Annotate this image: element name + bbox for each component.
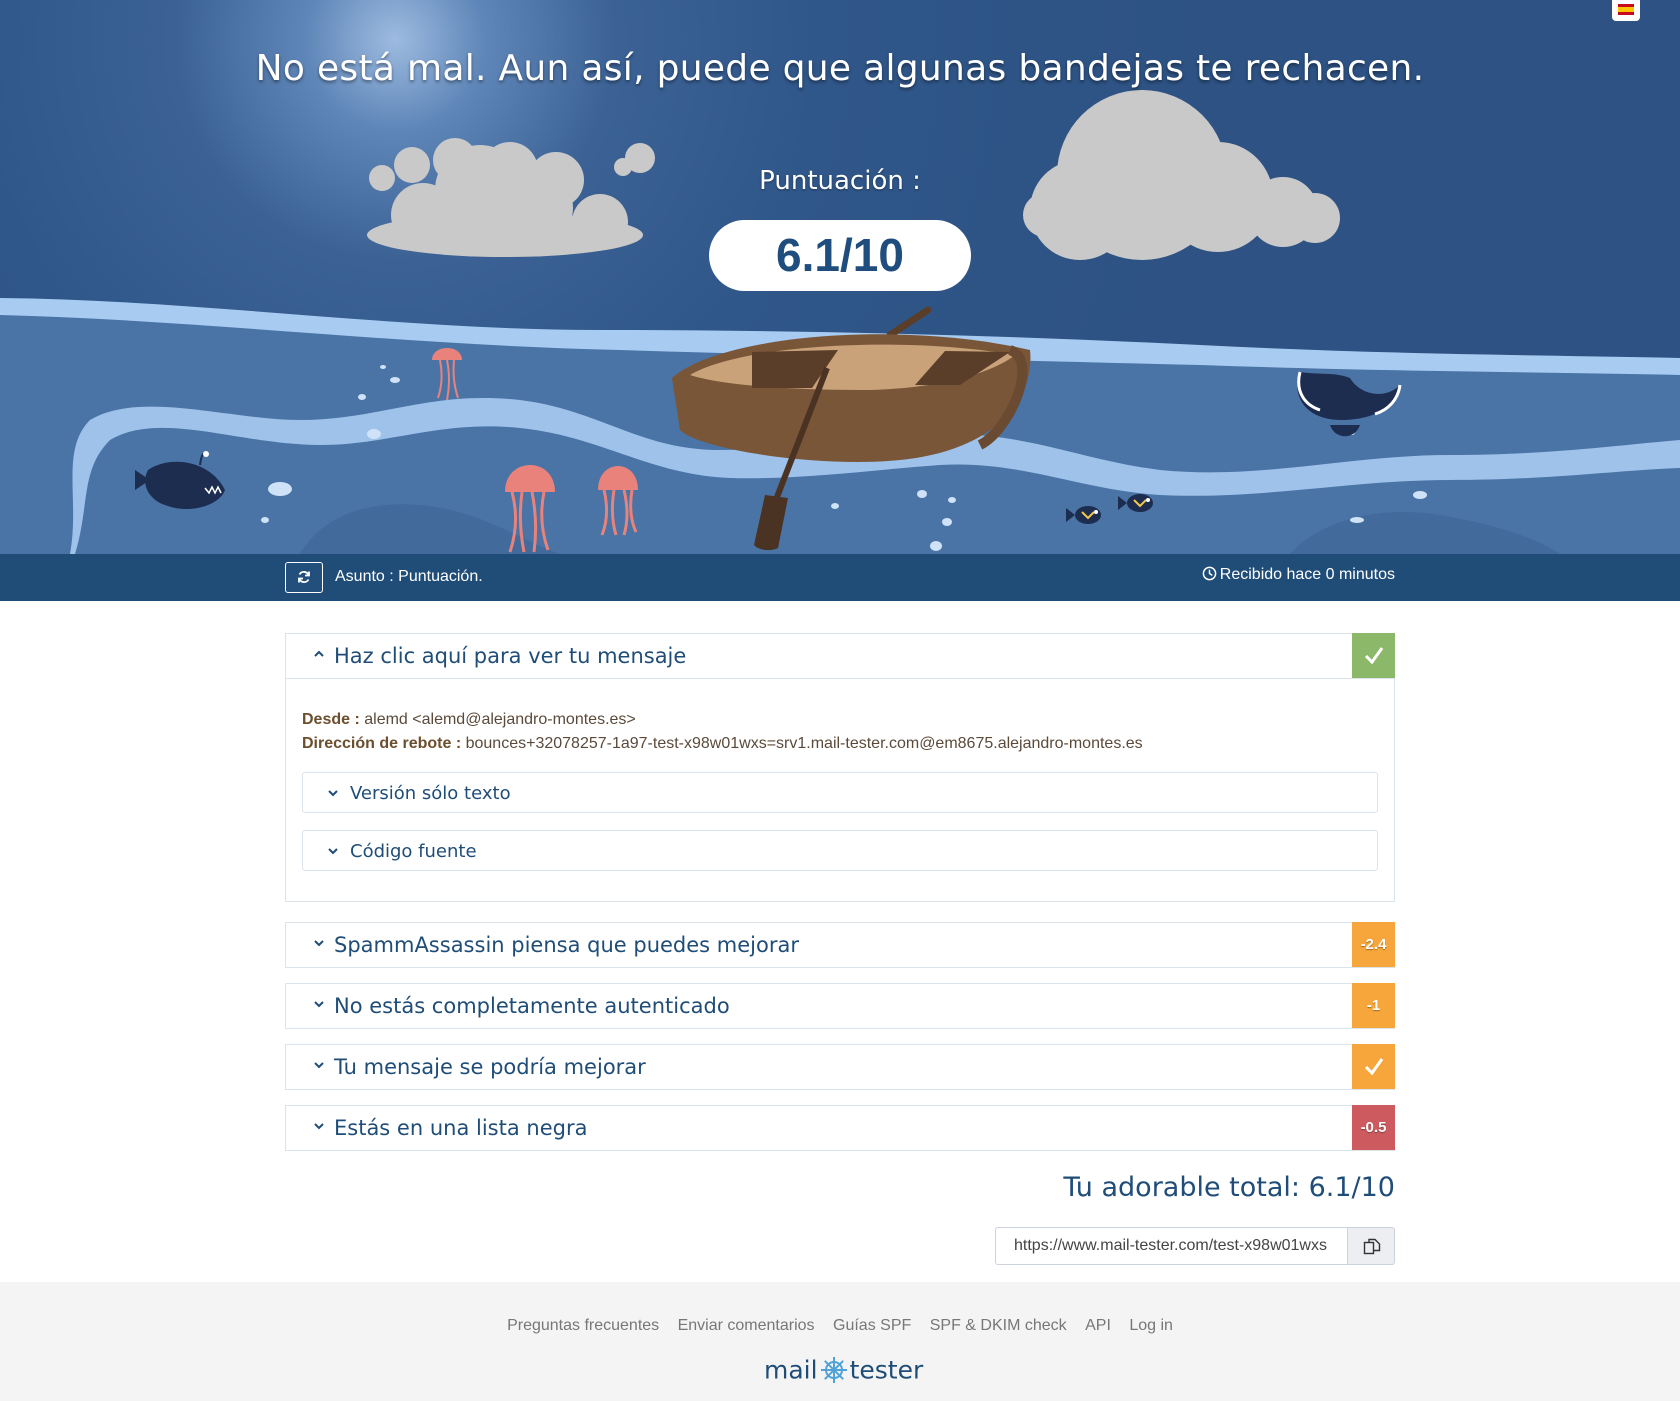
received-text: Recibido hace 0 minutos	[1219, 566, 1395, 583]
chevron-down-icon	[328, 790, 338, 797]
subject-bar: Asunto : Puntuación. Recibido hace 0 min…	[0, 554, 1680, 601]
language-selector[interactable]	[1612, 0, 1640, 21]
refresh-icon	[298, 571, 310, 583]
authentication-panel[interactable]: No estás completamente autenticado -1	[285, 983, 1395, 1029]
status-badge	[1352, 1044, 1395, 1089]
footer-links: Preguntas frecuentes Enviar comentarios …	[0, 1317, 1680, 1335]
panel-title: No estás completamente autenticado	[334, 994, 730, 1018]
share-link	[995, 1227, 1395, 1265]
bounce-value: bounces+32078257-1a97-test-x98w01wxs=srv…	[465, 735, 1143, 752]
footer-link-login[interactable]: Log in	[1129, 1317, 1173, 1334]
footer-link-feedback[interactable]: Enviar comentarios	[678, 1317, 815, 1334]
source-code-toggle[interactable]: Código fuente	[302, 830, 1378, 871]
from-label: Desde :	[302, 711, 360, 728]
panel-title: Estás en una lista negra	[334, 1116, 588, 1140]
footer-link-spf-guides[interactable]: Guías SPF	[833, 1317, 911, 1334]
chevron-down-icon	[314, 1123, 324, 1130]
blacklist-panel[interactable]: Estás en una lista negra -0.5	[285, 1105, 1395, 1151]
footer: Preguntas frecuentes Enviar comentarios …	[0, 1282, 1680, 1401]
footer-link-api[interactable]: API	[1085, 1317, 1111, 1334]
total-score: Tu adorable total: 6.1/10	[1063, 1172, 1395, 1203]
ship-wheel-icon	[820, 1357, 847, 1383]
panel-title: Tu mensaje se podría mejorar	[334, 1055, 646, 1079]
chevron-down-icon	[314, 1001, 324, 1008]
chevron-down-icon	[314, 940, 324, 947]
cloud-left	[367, 138, 655, 257]
spain-flag-icon	[1618, 4, 1634, 15]
score-badge: -2.4	[1352, 922, 1395, 967]
plain-text-version-toggle[interactable]: Versión sólo texto	[302, 772, 1378, 813]
panel-header[interactable]: No estás completamente autenticado -1	[286, 983, 1395, 1028]
panel-title: SpammAssassin piensa que puedes mejorar	[334, 933, 799, 957]
share-url-input[interactable]	[995, 1227, 1348, 1265]
message-details: Desde : alemd <alemd@alejandro-montes.es…	[286, 678, 1394, 901]
chevron-up-icon	[314, 650, 324, 657]
email-subject: Asunto : Puntuación.	[335, 568, 483, 585]
copy-button[interactable]	[1347, 1227, 1395, 1265]
score-value: 6.1/10	[709, 220, 971, 291]
message-improvement-panel[interactable]: Tu mensaje se podría mejorar	[285, 1044, 1395, 1090]
from-line: Desde : alemd <alemd@alejandro-montes.es…	[302, 711, 1378, 729]
panel-header[interactable]: Estás en una lista negra -0.5	[286, 1105, 1395, 1150]
chevron-down-icon	[328, 848, 338, 855]
mail-tester-logo[interactable]: mail tester	[764, 1354, 923, 1388]
clock-icon	[1202, 566, 1217, 581]
status-badge	[1352, 633, 1395, 678]
received-time: Recibido hace 0 minutos	[1202, 566, 1395, 584]
copy-icon	[1363, 1238, 1381, 1255]
subpanel-title: Código fuente	[350, 841, 477, 862]
check-icon	[1364, 647, 1384, 665]
refresh-button[interactable]	[285, 562, 323, 593]
score-badge: -1	[1352, 983, 1395, 1028]
spamassassin-panel[interactable]: SpammAssassin piensa que puedes mejorar …	[285, 922, 1395, 968]
subpanel-title: Versión sólo texto	[350, 783, 511, 804]
from-value: alemd <alemd@alejandro-montes.es>	[364, 711, 636, 728]
score-badge: -0.5	[1352, 1105, 1395, 1150]
message-panel: Haz clic aquí para ver tu mensaje Desde …	[285, 633, 1395, 902]
message-panel-title: Haz clic aquí para ver tu mensaje	[334, 644, 687, 668]
message-panel-header[interactable]: Haz clic aquí para ver tu mensaje	[286, 633, 1395, 678]
result-headline: No está mal. Aun así, puede que algunas …	[255, 48, 1425, 89]
panel-header[interactable]: SpammAssassin piensa que puedes mejorar …	[286, 922, 1395, 967]
score-label: Puntuación :	[759, 166, 921, 196]
hero-banner: No está mal. Aun así, puede que algunas …	[0, 0, 1680, 554]
chevron-down-icon	[314, 1062, 324, 1069]
panel-header[interactable]: Tu mensaje se podría mejorar	[286, 1044, 1395, 1089]
footer-link-faq[interactable]: Preguntas frecuentes	[507, 1317, 659, 1334]
footer-link-spf-dkim-check[interactable]: SPF & DKIM check	[930, 1317, 1067, 1334]
bounce-line: Dirección de rebote : bounces+32078257-1…	[302, 735, 1378, 753]
bounce-label: Dirección de rebote :	[302, 735, 462, 752]
check-icon	[1364, 1058, 1384, 1076]
